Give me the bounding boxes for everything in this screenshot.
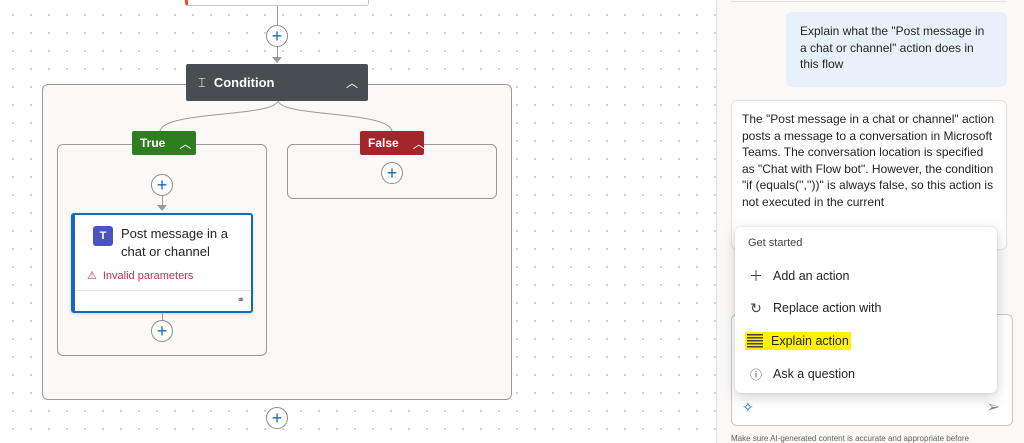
true-branch-label: True xyxy=(140,136,166,150)
condition-icon: ⌶ xyxy=(198,74,206,90)
teams-icon: T xyxy=(93,226,113,246)
add-step-button-after-action[interactable]: + xyxy=(151,320,173,342)
menu-item-label: Replace action with xyxy=(773,301,882,315)
previous-message-stub xyxy=(731,0,1007,2)
action-title: Post message in a chat or channel xyxy=(121,226,228,259)
invalid-parameters-warning: ⚠ Invalid parameters xyxy=(87,269,194,283)
card-divider xyxy=(75,290,251,291)
false-branch-label: False xyxy=(368,136,399,150)
menu-item-label: Explain action xyxy=(771,334,849,348)
connector-arrow xyxy=(157,205,167,211)
menu-item-ask-question[interactable]: ⓘ Ask a question xyxy=(743,361,855,387)
connector-arrow xyxy=(272,57,282,63)
condition-header[interactable]: ⌶ Condition ︿ xyxy=(186,64,368,101)
add-step-button-true[interactable]: + xyxy=(151,174,173,196)
highlight-mark: Explain action xyxy=(745,332,851,350)
true-branch-tag[interactable]: True ︿ xyxy=(132,131,196,155)
menu-item-add-action[interactable]: ＋ Add an action xyxy=(743,263,849,289)
chevron-up-icon[interactable]: ︿ xyxy=(179,135,191,152)
menu-item-replace-action[interactable]: ↻ Replace action with xyxy=(743,295,881,321)
invalid-parameters-text: Invalid parameters xyxy=(102,269,194,282)
add-step-button-false[interactable]: + xyxy=(381,162,403,184)
connector xyxy=(277,6,278,25)
menu-header: Get started xyxy=(748,237,803,249)
sparkle-icon[interactable]: ✧ xyxy=(742,399,754,416)
menu-item-label: Add an action xyxy=(773,269,850,283)
flow-canvas[interactable]: + ⌶ Condition ︿ True ︿ + T Post message … xyxy=(0,0,716,443)
question-icon: ⓘ xyxy=(749,367,762,382)
plus-icon: ＋ xyxy=(749,268,763,284)
list-icon xyxy=(747,334,763,348)
refresh-icon: ↻ xyxy=(750,299,762,316)
condition-label: Condition xyxy=(213,75,275,90)
get-started-menu: Get started ＋ Add an action ↻ Replace ac… xyxy=(735,227,997,393)
menu-item-explain-action[interactable]: Explain action xyxy=(743,328,851,354)
user-message-bubble: Explain what the "Post message in a chat… xyxy=(786,12,1007,87)
link-icon[interactable]: ⚭ xyxy=(237,295,245,306)
chevron-up-icon[interactable]: ︿ xyxy=(346,74,358,91)
add-step-button[interactable]: + xyxy=(266,25,288,47)
add-step-button-bottom[interactable]: + xyxy=(266,407,288,429)
menu-item-label: Ask a question xyxy=(773,367,855,381)
ai-disclaimer: Make sure AI-generated content is accura… xyxy=(731,434,969,443)
chevron-up-icon[interactable]: ︿ xyxy=(413,135,425,152)
warning-icon: ⚠ xyxy=(87,270,97,282)
send-icon[interactable]: ➢ xyxy=(987,397,1000,417)
false-branch-tag[interactable]: False ︿ xyxy=(360,131,425,155)
post-message-action-card[interactable]: T Post message in a chat or channel ⚠ In… xyxy=(71,213,253,313)
